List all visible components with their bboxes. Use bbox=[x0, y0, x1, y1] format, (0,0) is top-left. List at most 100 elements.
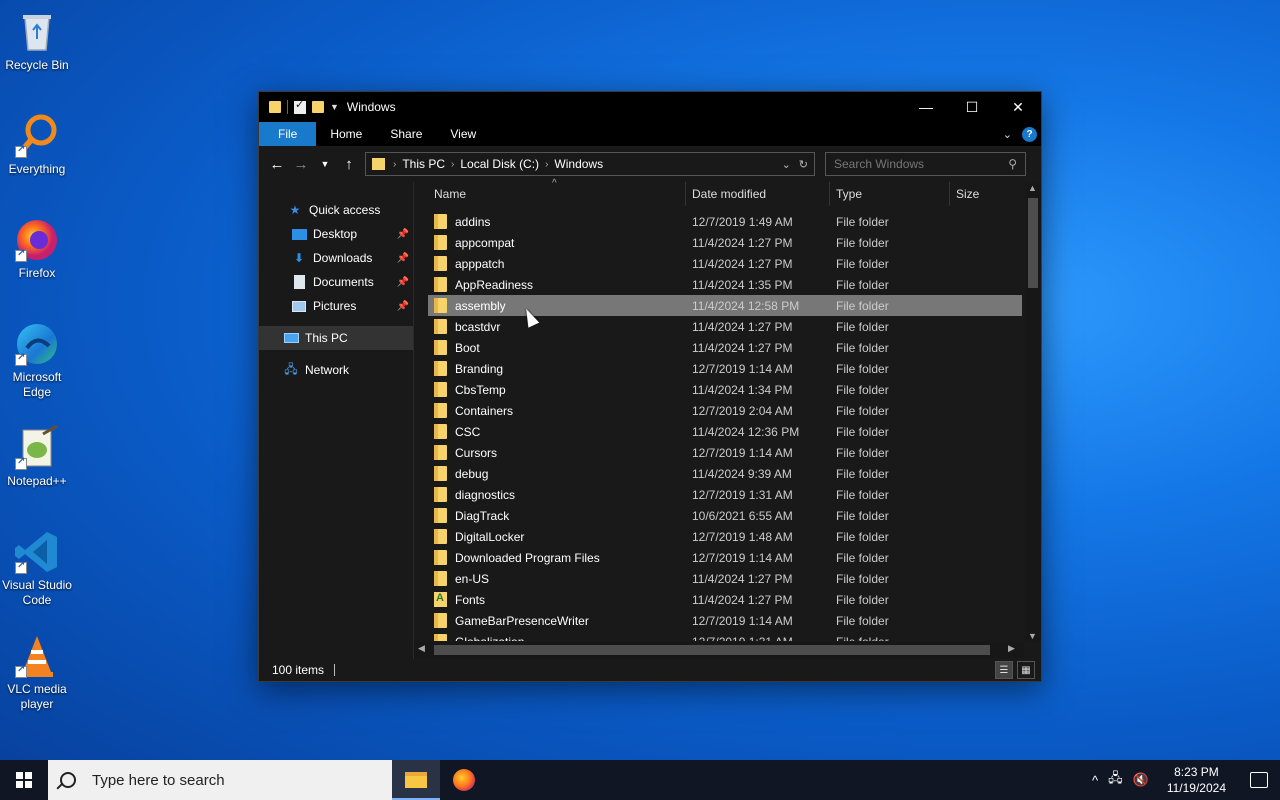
search-icon[interactable]: ⚲ bbox=[1008, 157, 1017, 171]
file-row[interactable]: assembly 11/4/2024 12:58 PM File folder bbox=[428, 295, 1022, 316]
maximize-button[interactable]: ☐ bbox=[949, 92, 995, 122]
tab-share[interactable]: Share bbox=[376, 122, 436, 146]
clock[interactable]: 8:23 PM 11/19/2024 bbox=[1167, 764, 1226, 796]
pin-icon[interactable]: 📌 bbox=[397, 301, 409, 312]
breadcrumb-windows[interactable]: Windows bbox=[550, 157, 607, 171]
desktop-icon-vlc[interactable]: VLC media player bbox=[0, 632, 74, 712]
column-header-name[interactable]: Name bbox=[414, 182, 686, 206]
details-view-button[interactable]: ☰ bbox=[995, 661, 1013, 679]
file-row[interactable]: en-US 11/4/2024 1:27 PM File folder bbox=[428, 568, 1022, 589]
scroll-up-icon[interactable]: ▲ bbox=[1028, 183, 1037, 193]
desktop-icon-edge[interactable]: Microsoft Edge bbox=[0, 320, 74, 400]
file-row[interactable]: debug 11/4/2024 9:39 AM File folder bbox=[428, 463, 1022, 484]
sidebar-item-desktop[interactable]: Desktop 📌 bbox=[259, 222, 413, 246]
desktop-icon-everything[interactable]: Everything bbox=[0, 112, 74, 177]
file-row[interactable]: DiagTrack 10/6/2021 6:55 AM File folder bbox=[428, 505, 1022, 526]
file-row[interactable]: appcompat 11/4/2024 1:27 PM File folder bbox=[428, 232, 1022, 253]
chevron-right-icon[interactable]: › bbox=[543, 159, 550, 170]
new-folder-icon[interactable] bbox=[312, 101, 324, 113]
breadcrumb-local-disk[interactable]: Local Disk (C:) bbox=[456, 157, 543, 171]
file-row[interactable]: apppatch 11/4/2024 1:27 PM File folder bbox=[428, 253, 1022, 274]
sidebar-item-network[interactable]: 🖧 Network bbox=[259, 358, 413, 382]
network-icon[interactable]: 🖧 bbox=[1108, 769, 1123, 791]
close-button[interactable]: ✕ bbox=[995, 92, 1041, 122]
start-button[interactable] bbox=[0, 760, 48, 800]
volume-muted-icon[interactable]: 🔇 bbox=[1133, 772, 1149, 788]
file-row[interactable]: bcastdvr 11/4/2024 1:27 PM File folder bbox=[428, 316, 1022, 337]
sidebar-item-pictures[interactable]: Pictures 📌 bbox=[259, 294, 413, 318]
taskbar-search-box[interactable]: Type here to search bbox=[48, 760, 392, 800]
sidebar-item-downloads[interactable]: ⬇ Downloads 📌 bbox=[259, 246, 413, 270]
file-name-cell: CSC bbox=[428, 424, 686, 439]
tab-home[interactable]: Home bbox=[316, 122, 376, 146]
scroll-down-icon[interactable]: ▼ bbox=[1028, 631, 1037, 641]
taskbar-file-explorer[interactable] bbox=[392, 760, 440, 800]
forward-button[interactable]: → bbox=[289, 152, 313, 176]
tab-view[interactable]: View bbox=[436, 122, 490, 146]
address-bar[interactable]: › This PC › Local Disk (C:) › Windows ⌄ … bbox=[365, 152, 815, 176]
chevron-right-icon[interactable]: › bbox=[391, 159, 398, 170]
vertical-scroll-thumb[interactable] bbox=[1028, 198, 1038, 288]
chevron-right-icon[interactable]: › bbox=[449, 159, 456, 170]
pin-icon[interactable]: 📌 bbox=[397, 229, 409, 240]
file-row[interactable]: DigitalLocker 12/7/2019 1:48 AM File folde… bbox=[428, 526, 1022, 547]
large-icons-view-button[interactable]: ▦ bbox=[1017, 661, 1035, 679]
file-row[interactable]: Containers 12/7/2019 2:04 AM File folder bbox=[428, 400, 1022, 421]
file-name: DigitalLocker bbox=[455, 529, 525, 544]
sidebar-item-documents[interactable]: Documents 📌 bbox=[259, 270, 413, 294]
file-type: File folder bbox=[836, 550, 889, 565]
file-row[interactable]: Downloaded Program Files 12/7/2019 1:14 A… bbox=[428, 547, 1022, 568]
file-row[interactable]: CSC 11/4/2024 12:36 PM File folder bbox=[428, 421, 1022, 442]
horizontal-scrollbar[interactable]: ◀ ▶ bbox=[414, 642, 1024, 658]
chevron-up-icon[interactable]: ^ bbox=[1092, 773, 1098, 788]
customize-toolbar-icon[interactable]: ▼ bbox=[330, 102, 339, 112]
scroll-right-icon[interactable]: ▶ bbox=[1008, 643, 1015, 654]
pin-icon[interactable]: 📌 bbox=[397, 277, 409, 288]
properties-icon[interactable] bbox=[294, 98, 306, 114]
file-row[interactable]: Cursors 12/7/2019 1:14 AM File folder bbox=[428, 442, 1022, 463]
file-name: diagnostics bbox=[455, 487, 516, 502]
desktop-icon-vscode[interactable]: Visual Studio Code bbox=[0, 528, 74, 608]
sidebar-item-this-pc[interactable]: This PC bbox=[259, 326, 413, 350]
desktop-icon-firefox[interactable]: Firefox bbox=[0, 216, 74, 281]
tab-file[interactable]: File bbox=[259, 122, 317, 146]
file-row[interactable]: CbsTemp 11/4/2024 1:34 PM File folder bbox=[428, 379, 1022, 400]
file-row[interactable]: addins 12/7/2019 1:49 AM File folder bbox=[428, 211, 1022, 232]
scroll-left-icon[interactable]: ◀ bbox=[418, 643, 425, 654]
shortcut-arrow-icon bbox=[15, 560, 27, 574]
notification-center-icon[interactable] bbox=[1250, 772, 1268, 788]
column-header-date-modified[interactable]: Date modified bbox=[686, 182, 830, 206]
file-row[interactable]: Globalization 12/7/2019 1:31 AMFile folde… bbox=[428, 631, 1022, 641]
file-row[interactable]: AppReadiness 11/4/2024 1:35 PM File folder bbox=[428, 274, 1022, 295]
desktop-icon-recycle-bin[interactable]: Recycle Bin bbox=[0, 8, 74, 73]
file-row[interactable]: GameBarPresenceWriter 12/7/2019 1:14 AM Fi… bbox=[428, 610, 1022, 631]
file-row[interactable]: Boot 11/4/2024 1:27 PM File folder bbox=[428, 337, 1022, 358]
horizontal-scroll-thumb[interactable] bbox=[434, 645, 990, 655]
desktop-icon-notepadpp[interactable]: Notepad++ bbox=[0, 424, 74, 489]
expand-ribbon-icon[interactable]: ⌄ bbox=[1003, 128, 1012, 141]
file-row[interactable]: diagnostics 12/7/2019 1:31 AM File folder bbox=[428, 484, 1022, 505]
refresh-icon[interactable]: ↻ bbox=[799, 158, 808, 171]
file-name: Fonts bbox=[455, 592, 486, 607]
sidebar-item-quick-access[interactable]: ★ Quick access bbox=[259, 198, 413, 222]
title-bar[interactable]: ▼ Windows — ☐ ✕ bbox=[259, 92, 1041, 122]
file-name: en-US bbox=[455, 571, 490, 586]
recent-locations-icon[interactable]: ▼ bbox=[313, 152, 337, 176]
file-row[interactable]: Branding 12/7/2019 1:14 AM File folder bbox=[428, 358, 1022, 379]
column-header-size[interactable]: Size bbox=[950, 182, 1020, 206]
file-row[interactable]: Fonts 11/4/2024 1:27 PM File folder bbox=[428, 589, 1022, 610]
back-button[interactable]: ← bbox=[265, 152, 289, 176]
search-input[interactable] bbox=[834, 157, 1004, 171]
up-button[interactable]: ↑ bbox=[337, 152, 361, 176]
help-icon[interactable]: ? bbox=[1022, 126, 1037, 142]
sidebar-item-label: Quick access bbox=[309, 203, 381, 217]
vertical-scrollbar[interactable]: ▲ ▼ bbox=[1025, 182, 1041, 642]
search-box[interactable]: ⚲ bbox=[825, 152, 1026, 176]
pin-icon[interactable]: 📌 bbox=[397, 253, 409, 264]
chevron-down-icon[interactable]: ⌄ bbox=[782, 158, 791, 171]
column-header-type[interactable]: Type bbox=[830, 182, 950, 206]
file-name-cell: en-US bbox=[428, 571, 686, 586]
minimize-button[interactable]: — bbox=[903, 92, 949, 122]
breadcrumb-this-pc[interactable]: This PC bbox=[398, 157, 449, 171]
taskbar-firefox[interactable] bbox=[440, 760, 488, 800]
